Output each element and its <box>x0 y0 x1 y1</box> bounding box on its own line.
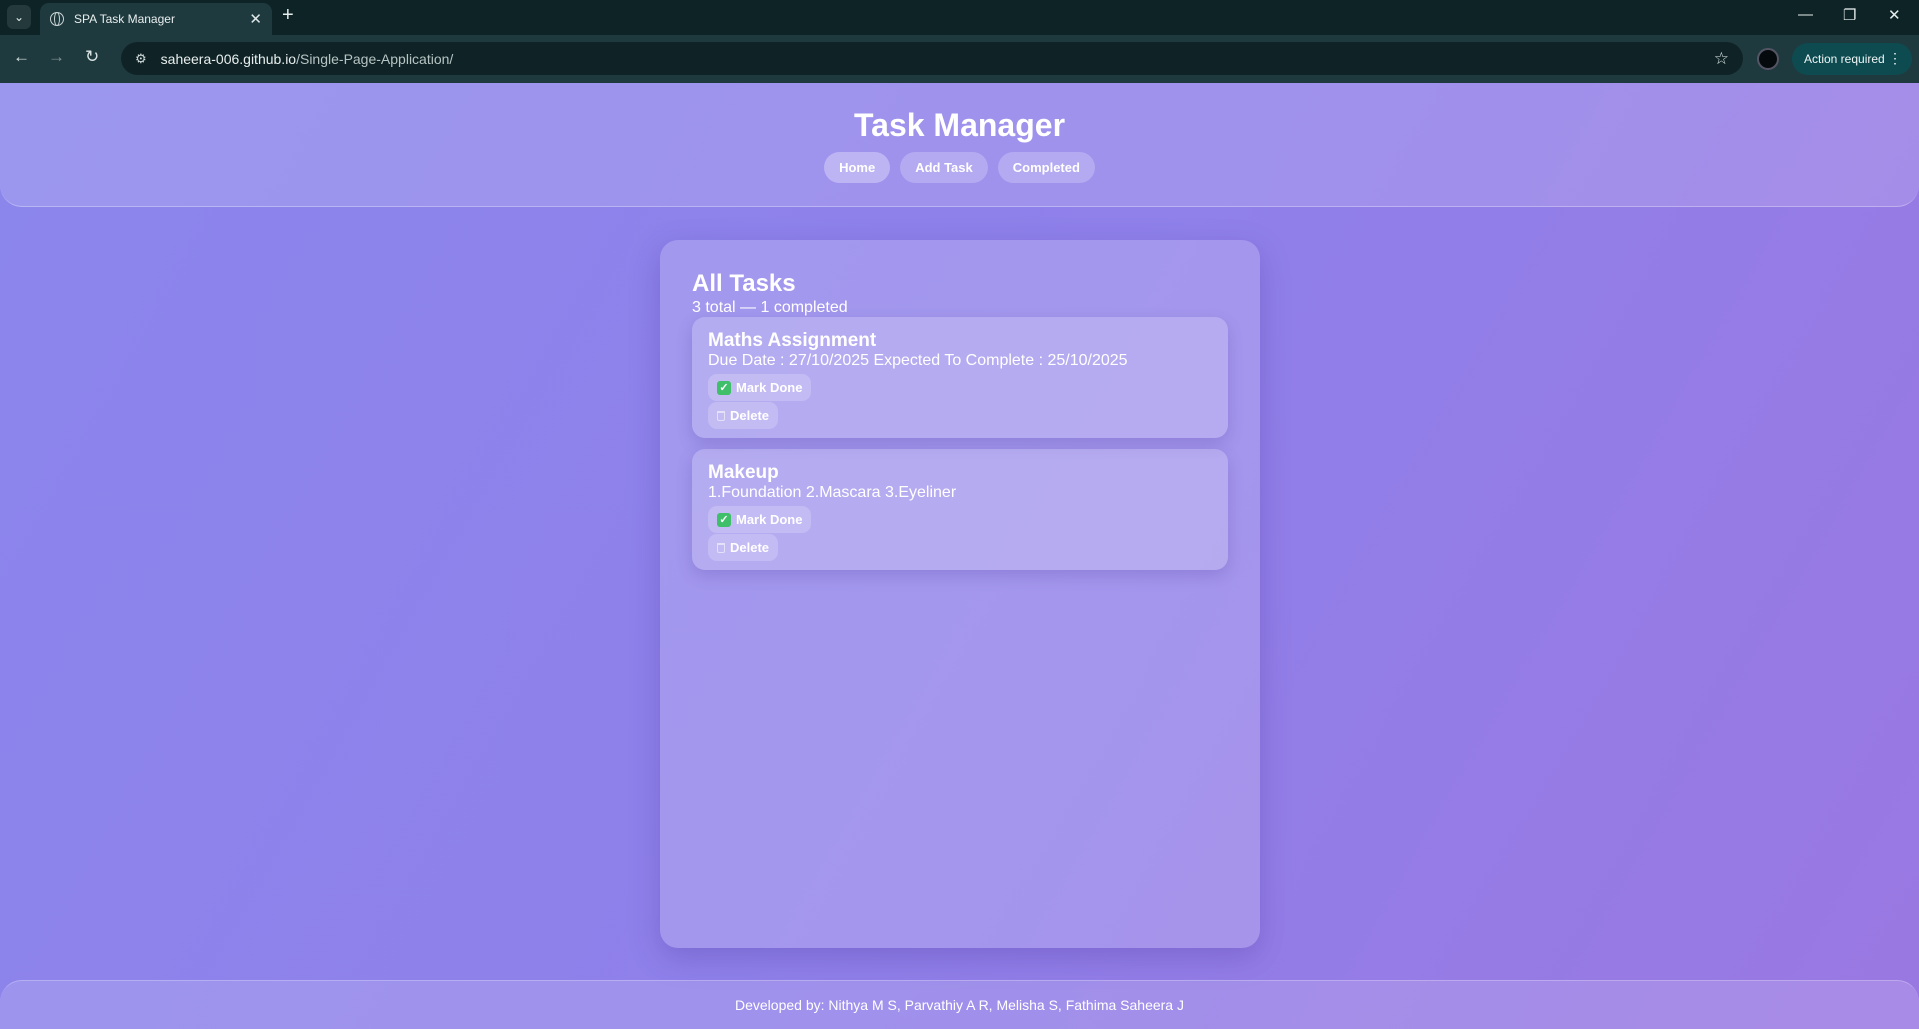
app-header: Task Manager Home Add Task Completed <box>0 83 1919 207</box>
forward-arrow-icon[interactable]: → <box>48 47 65 67</box>
nav-completed[interactable]: Completed <box>997 152 1095 183</box>
action-required-button[interactable]: Action required ⋮ <box>1792 43 1912 75</box>
footer-credits: Developed by: Nithya M S, Parvathiy A R,… <box>735 997 1184 1013</box>
globe-icon <box>50 12 64 26</box>
delete-button[interactable]: Delete <box>708 534 779 561</box>
action-required-label: Action required <box>1804 52 1885 66</box>
browser-tab[interactable]: SPA Task Manager ✕ <box>40 3 272 35</box>
mark-done-label: Mark Done <box>736 512 803 527</box>
task-title: Makeup <box>708 462 779 483</box>
task-title: Maths Assignment <box>708 330 877 351</box>
more-vert-icon: ⋮ <box>1888 50 1902 66</box>
task-card: Makeup 1.Foundation 2.Mascara 3.Eyeliner… <box>692 449 1228 570</box>
task-description: Due Date : 27/10/2025 Expected To Comple… <box>708 352 1128 369</box>
reload-icon[interactable]: ↻ <box>85 47 99 67</box>
site-settings-icon[interactable]: ⚙ <box>135 51 147 67</box>
main-nav: Home Add Task Completed <box>0 152 1919 183</box>
mark-done-button[interactable]: ✓ Mark Done <box>708 374 812 401</box>
task-summary: 3 total — 1 completed <box>692 299 848 316</box>
url-text: saheera-006.github.io/Single-Page-Applic… <box>160 50 454 67</box>
mark-done-label: Mark Done <box>736 380 803 395</box>
profile-avatar[interactable] <box>1757 48 1779 70</box>
task-description: 1.Foundation 2.Mascara 3.Eyeliner <box>708 484 957 501</box>
restore-icon[interactable]: ❐ <box>1843 6 1856 24</box>
browser-toolbar: ← → ↻ ⚙ saheera-006.github.io/Single-Pag… <box>0 35 1919 83</box>
delete-button[interactable]: Delete <box>708 402 779 429</box>
app-footer: Developed by: Nithya M S, Parvathiy A R,… <box>0 980 1919 1029</box>
page: Task Manager Home Add Task Completed All… <box>0 83 1919 1029</box>
nav-home[interactable]: Home <box>824 152 891 183</box>
tasks-panel: All Tasks 3 total — 1 completed Maths As… <box>660 240 1260 948</box>
app-title: Task Manager <box>853 107 1066 143</box>
close-window-icon[interactable]: ✕ <box>1888 6 1901 24</box>
task-card: Maths Assignment Due Date : 27/10/2025 E… <box>692 317 1228 438</box>
delete-label: Delete <box>730 408 770 423</box>
trash-icon <box>717 542 725 553</box>
tab-strip: ⌄ SPA Task Manager ✕ + — ❐ ✕ <box>0 0 1919 35</box>
address-bar[interactable]: ⚙ saheera-006.github.io/Single-Page-Appl… <box>121 42 1743 75</box>
delete-label: Delete <box>730 540 770 555</box>
minimize-icon[interactable]: — <box>1798 6 1813 23</box>
panel-heading: All Tasks <box>692 270 796 297</box>
plus-icon[interactable]: + <box>282 4 294 27</box>
close-icon[interactable]: ✕ <box>249 10 262 28</box>
check-icon: ✓ <box>717 512 731 527</box>
chevron-down-icon: ⌄ <box>13 10 25 24</box>
bookmark-star-icon[interactable]: ☆ <box>1714 49 1729 69</box>
check-icon: ✓ <box>717 380 731 395</box>
tab-search-button[interactable]: ⌄ <box>7 5 31 29</box>
nav-add-task[interactable]: Add Task <box>900 152 988 183</box>
back-arrow-icon[interactable]: ← <box>13 47 30 67</box>
trash-icon <box>717 410 725 421</box>
mark-done-button[interactable]: ✓ Mark Done <box>708 506 812 533</box>
tab-title: SPA Task Manager <box>74 12 175 26</box>
browser-chrome: ⌄ SPA Task Manager ✕ + — ❐ ✕ ← → ↻ ⚙ sah… <box>0 0 1919 83</box>
